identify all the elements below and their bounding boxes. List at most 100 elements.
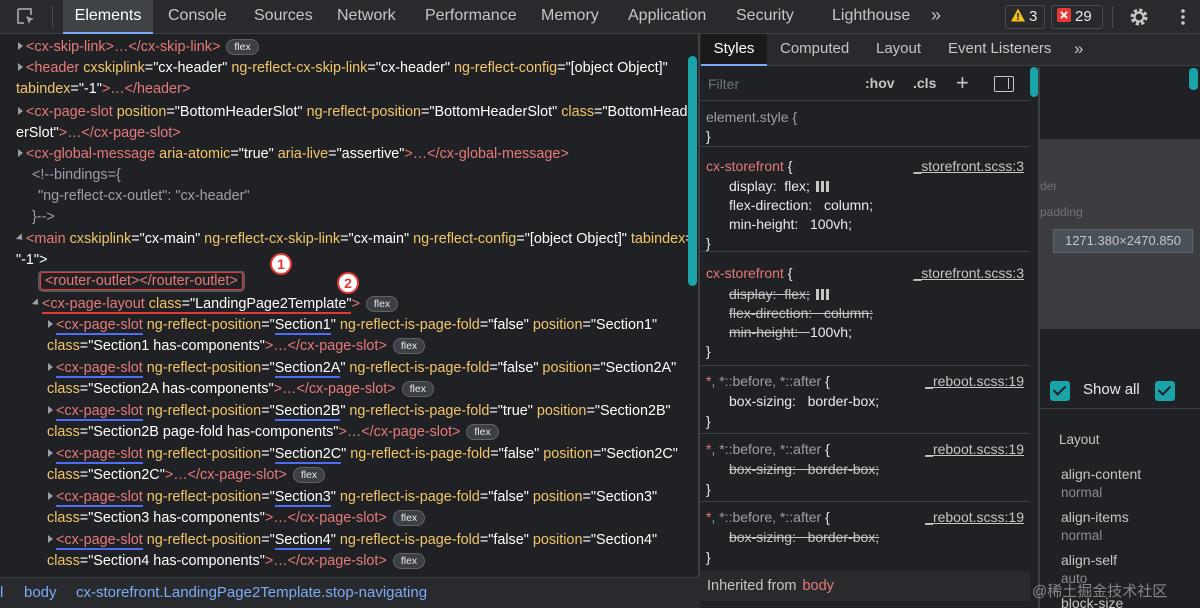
breadcrumb-item-storefront[interactable]: cx-storefront.LandingPage2Template.stop-… xyxy=(76,578,427,608)
tab-computed[interactable]: Computed xyxy=(780,34,849,66)
show-all-checkbox[interactable] xyxy=(1050,381,1070,401)
toggle-sidebar-icon[interactable] xyxy=(994,76,1014,92)
tree-node-global-message[interactable]: <cx-global-message aria-atomic="true" ar… xyxy=(0,144,700,165)
tab-memory[interactable]: Memory xyxy=(541,0,599,34)
warnings-badge[interactable]: 3 xyxy=(1005,5,1045,29)
more-tabs-button[interactable]: » xyxy=(1074,34,1083,64)
rule-cx-storefront[interactable]: cx-storefront { _storefront.scss:3 displ… xyxy=(700,147,1030,252)
rule-reboot-box-sizing-overridden[interactable]: *, *::before, *::after { _reboot.scss:19… xyxy=(700,502,1030,570)
tab-performance[interactable]: Performance xyxy=(425,0,517,34)
tree-node-page-slot-cont[interactable]: class="Section1 has-components">…</cx-pa… xyxy=(0,336,700,357)
expand-triangle-icon[interactable] xyxy=(48,320,53,328)
tab-sources[interactable]: Sources xyxy=(254,0,313,34)
source-link[interactable]: _storefront.scss:3 xyxy=(914,157,1025,176)
tree-node-main-cont[interactable]: "-1"> xyxy=(0,250,700,271)
collapse-triangle-icon[interactable] xyxy=(15,233,26,243)
tree-node-page-layout[interactable]: <cx-page-layout class="LandingPage2Templ… xyxy=(0,294,700,315)
tree-node-page-slot-cont[interactable]: class="Section4 has-components">…</cx-pa… xyxy=(0,551,700,572)
tree-comment[interactable]: "ng-reflect-cx-outlet": "cx-header" xyxy=(0,186,700,207)
computed-prop-name[interactable]: align-content xyxy=(1061,466,1141,482)
slot-tag-underline: <cx-page-slot xyxy=(56,489,143,507)
tab-console[interactable]: Console xyxy=(168,0,227,34)
annotation-marker-2: 2 xyxy=(337,272,359,294)
tab-layout[interactable]: Layout xyxy=(876,34,921,66)
expand-triangle-icon[interactable] xyxy=(18,42,23,50)
hover-state-toggle[interactable]: :hov xyxy=(865,75,895,91)
styles-filter-input[interactable] xyxy=(708,73,848,95)
kebab-menu-icon[interactable] xyxy=(1180,8,1186,26)
breadcrumb-item-body[interactable]: body xyxy=(24,578,57,608)
computed-prop-name[interactable]: align-self xyxy=(1061,552,1117,568)
tab-lighthouse[interactable]: Lighthouse xyxy=(832,0,910,34)
flex-badge[interactable]: flex xyxy=(392,338,426,354)
tree-node-page-slot-cont[interactable]: class="Section2C">…</cx-page-slot> flex xyxy=(0,465,700,486)
expand-triangle-icon[interactable] xyxy=(48,406,53,414)
class-toggle[interactable]: .cls xyxy=(913,75,936,91)
expand-triangle-icon[interactable] xyxy=(18,149,23,157)
flex-badge[interactable]: flex xyxy=(392,553,426,569)
expand-triangle-icon[interactable] xyxy=(48,492,53,500)
rule-element-style[interactable]: element.style { } xyxy=(700,101,1030,147)
tab-security[interactable]: Security xyxy=(736,0,794,34)
errors-badge[interactable]: 29 xyxy=(1051,5,1103,29)
flex-badge[interactable]: flex xyxy=(292,467,326,483)
new-rule-button[interactable]: + xyxy=(956,70,969,96)
tree-node-header[interactable]: <header cxskiplink="cx-header" ng-reflec… xyxy=(0,58,700,79)
tree-node-page-slot[interactable]: <cx-page-slot ng-reflect-position="Secti… xyxy=(0,401,700,422)
source-link[interactable]: _reboot.scss:19 xyxy=(925,372,1024,391)
tree-node-bottom-header-slot-cont[interactable]: erSlot">…</cx-page-slot> xyxy=(0,123,700,144)
tree-scrollbar[interactable] xyxy=(688,56,697,286)
source-link[interactable]: _reboot.scss:19 xyxy=(925,508,1024,527)
computed-prop-name[interactable]: align-items xyxy=(1061,509,1129,525)
tab-event-listeners[interactable]: Event Listeners xyxy=(948,34,1051,66)
tree-node-page-slot-cont[interactable]: class="Section3 has-components">…</cx-pa… xyxy=(0,508,700,529)
expand-triangle-icon[interactable] xyxy=(18,63,23,71)
expand-triangle-icon[interactable] xyxy=(48,363,53,371)
flexbox-editor-icon[interactable] xyxy=(815,289,829,300)
expand-triangle-icon[interactable] xyxy=(48,449,53,457)
tree-node-bottom-header-slot[interactable]: <cx-page-slot position="BottomHeaderSlot… xyxy=(0,102,700,123)
tree-node-page-slot[interactable]: <cx-page-slot ng-reflect-position="Secti… xyxy=(0,444,700,465)
tree-node-page-slot[interactable]: <cx-page-slot ng-reflect-position="Secti… xyxy=(0,487,700,508)
flex-badge[interactable]: flex xyxy=(392,510,426,526)
gear-icon[interactable] xyxy=(1128,6,1150,28)
flex-badge[interactable]: flex xyxy=(401,381,434,397)
rule-reboot-box-sizing[interactable]: *, *::before, *::after { _reboot.scss:19… xyxy=(700,366,1030,434)
flex-badge[interactable]: flex xyxy=(466,424,499,440)
tab-elements[interactable]: Elements xyxy=(63,0,153,34)
slot-tag-underline: <cx-page-slot xyxy=(56,403,143,421)
tree-comment[interactable]: <!--bindings={ xyxy=(0,165,700,186)
source-link[interactable]: _reboot.scss:19 xyxy=(925,440,1024,459)
expand-triangle-icon[interactable] xyxy=(18,107,23,115)
tab-styles[interactable]: Styles xyxy=(701,34,767,66)
group-checkbox[interactable] xyxy=(1155,381,1175,401)
rule-cx-storefront-overridden[interactable]: cx-storefront { _storefront.scss:3 displ… xyxy=(700,252,1030,366)
elements-tree[interactable]: <cx-skip-link>…</cx-skip-link> flex <head… xyxy=(0,34,700,577)
expand-triangle-icon[interactable] xyxy=(48,535,53,543)
rule-reboot-box-sizing-overridden[interactable]: *, *::before, *::after { _reboot.scss:19… xyxy=(700,434,1030,502)
box-model-diagram[interactable]: der padding 1271.380×2470.850 xyxy=(1040,139,1200,329)
tree-comment[interactable]: }--> xyxy=(0,207,700,228)
tree-node-page-slot[interactable]: <cx-page-slot ng-reflect-position="Secti… xyxy=(0,530,700,551)
flexbox-editor-icon[interactable] xyxy=(815,181,829,192)
tree-node-main[interactable]: <main cxskiplink="cx-main" ng-reflect-cx… xyxy=(0,229,700,250)
tree-node-page-slot-cont[interactable]: class="Section2A has-components">…</cx-p… xyxy=(0,379,700,400)
tree-node-page-slot-cont[interactable]: class="Section2B page-fold has-component… xyxy=(0,422,700,443)
breadcrumb-item[interactable]: l xyxy=(0,578,3,608)
inherited-tag-link[interactable]: body xyxy=(802,578,833,594)
inspect-element-icon[interactable] xyxy=(15,6,37,28)
styles-scrollbar[interactable] xyxy=(1030,67,1038,97)
computed-scrollbar[interactable] xyxy=(1189,68,1198,90)
tree-node-page-slot[interactable]: <cx-page-slot ng-reflect-position="Secti… xyxy=(0,315,700,336)
more-tabs-button[interactable]: » xyxy=(931,0,941,32)
tree-node-header-cont[interactable]: tabindex="-1">…</header> xyxy=(0,79,700,100)
source-link[interactable]: _storefront.scss:3 xyxy=(914,264,1025,283)
style-rules[interactable]: element.style { } cx-storefront { _store… xyxy=(700,101,1030,571)
flex-badge[interactable]: flex xyxy=(226,39,259,55)
flex-badge[interactable]: flex xyxy=(365,296,399,312)
collapse-triangle-icon[interactable] xyxy=(31,298,42,308)
tab-network[interactable]: Network xyxy=(337,0,396,34)
tab-application[interactable]: Application xyxy=(628,0,706,34)
tree-node-page-slot[interactable]: <cx-page-slot ng-reflect-position="Secti… xyxy=(0,358,700,379)
tree-node-cx-skip-link[interactable]: <cx-skip-link>…</cx-skip-link> flex xyxy=(0,37,700,58)
